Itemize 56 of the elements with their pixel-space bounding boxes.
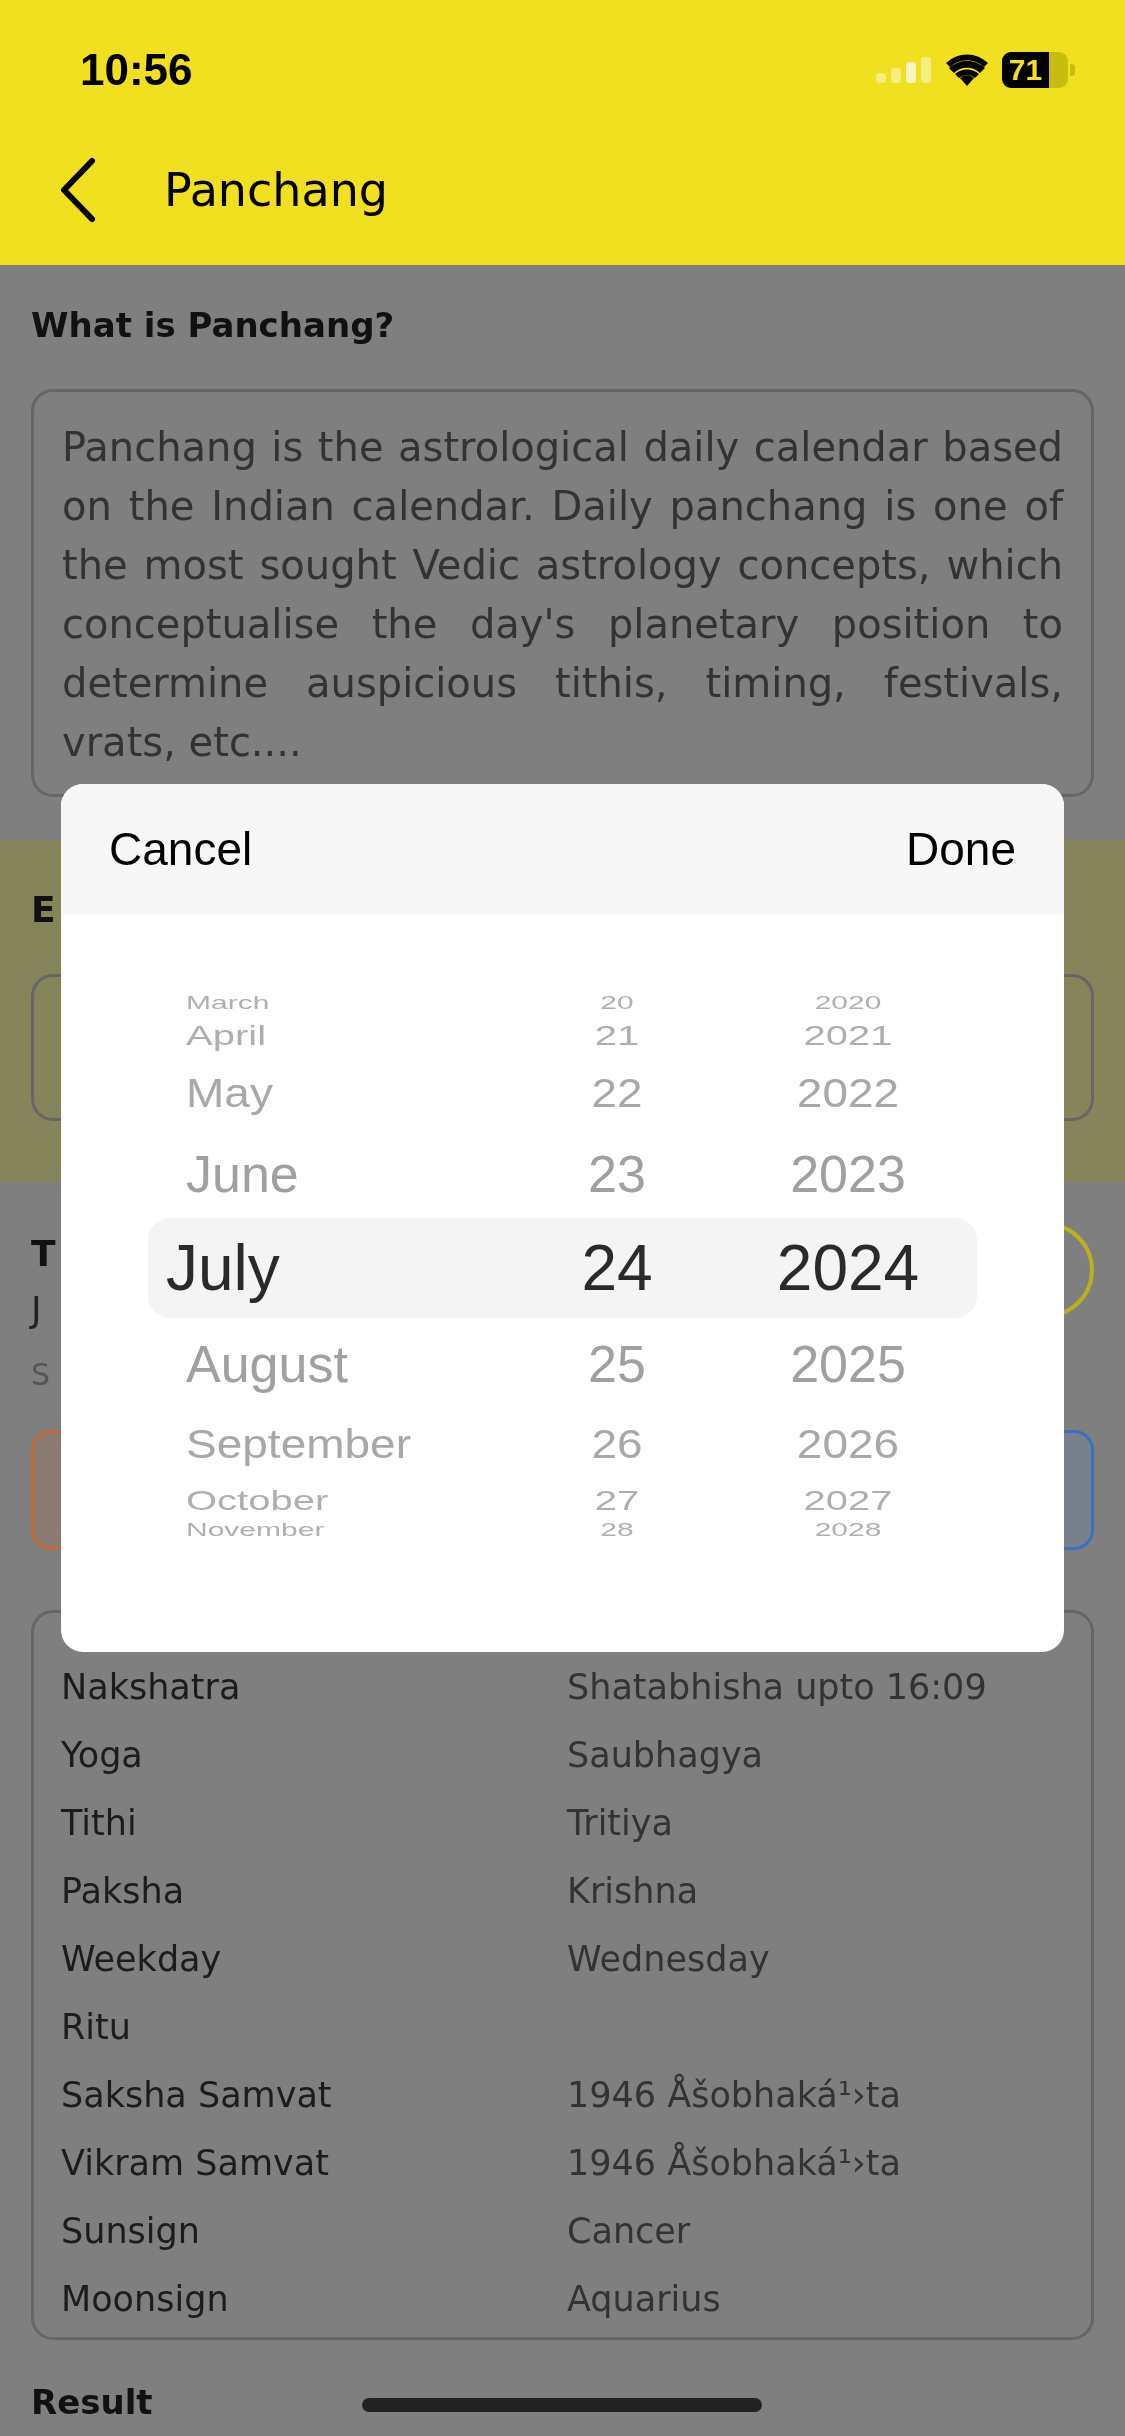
- detail-label: Sunsign: [61, 2209, 201, 2253]
- detail-label: Vikram Samvat: [61, 2141, 330, 2185]
- picker-option[interactable]: 2026: [796, 1423, 900, 1465]
- screen-title: Panchang: [164, 161, 388, 219]
- picker-option[interactable]: 2023: [790, 1148, 906, 1200]
- picker-option[interactable]: 28: [600, 1521, 634, 1539]
- detail-value: 1946 Åšobhaká¹›ta: [567, 2140, 901, 2185]
- picker-option[interactable]: March: [186, 994, 270, 1012]
- detail-label: Ritu: [61, 2005, 132, 2049]
- cancel-button[interactable]: Cancel: [109, 815, 253, 884]
- picker-option[interactable]: 2020: [814, 994, 882, 1012]
- picker-option[interactable]: June: [186, 1148, 299, 1200]
- detail-value: Tritiya: [567, 1801, 673, 1845]
- detail-label: Saksha Samvat: [61, 2073, 333, 2117]
- picker-option[interactable]: 26: [591, 1423, 643, 1465]
- section-heading: Result: [31, 2382, 153, 2422]
- picker-option[interactable]: 21: [594, 1021, 640, 1049]
- detail-label: Paksha: [61, 1869, 186, 1913]
- detail-label: Nakshatra: [61, 1665, 242, 1709]
- done-button[interactable]: Done: [906, 815, 1016, 884]
- detail-label: Moonsign: [61, 2277, 230, 2321]
- picker-option[interactable]: 27: [594, 1486, 640, 1514]
- status-time: 10:56: [80, 44, 193, 96]
- section-heading: E: [31, 888, 56, 932]
- section-heading: T: [31, 1232, 56, 1276]
- detail-value: Wednesday: [567, 1937, 770, 1981]
- detail-value: Shatabhisha upto 16:09: [567, 1665, 987, 1709]
- picker-option[interactable]: 20: [600, 994, 634, 1012]
- picker-option[interactable]: 2024: [776, 1236, 920, 1300]
- date-text: J: [31, 1288, 42, 1332]
- detail-label: Tithi: [61, 1801, 138, 1845]
- picker-option[interactable]: May: [186, 1072, 273, 1114]
- description-text: Panchang is the astrological daily calendar based on the Indian calendar. Daily panchang is one of the most sought Vedic astrology concepts, which conceptualise the day's planetary position to determine auspicious tithis, timing, festivals, vrats, etc....: [62, 423, 1063, 767]
- picker-option[interactable]: 25: [588, 1338, 646, 1390]
- picker-option[interactable]: 24: [581, 1236, 653, 1300]
- picker-option[interactable]: 2028: [814, 1521, 882, 1539]
- signal-icon: [876, 57, 932, 83]
- picker-option[interactable]: 2021: [803, 1021, 893, 1049]
- section-heading: What is Panchang?: [31, 304, 396, 347]
- detail-value: Aquarius: [567, 2277, 721, 2321]
- detail-label: Weekday: [61, 1937, 223, 1981]
- wifi-icon: [946, 54, 988, 86]
- detail-value: Cancer: [567, 2209, 691, 2253]
- picker-option[interactable]: 23: [588, 1148, 646, 1200]
- detail-value: Krishna: [567, 1869, 699, 1913]
- picker-option[interactable]: April: [186, 1021, 267, 1049]
- picker-option[interactable]: 2022: [796, 1072, 900, 1114]
- picker-option[interactable]: 2027: [803, 1486, 893, 1514]
- picker-option[interactable]: 2025: [790, 1338, 906, 1390]
- picker-option[interactable]: November: [186, 1521, 325, 1539]
- picker-option[interactable]: 22: [591, 1072, 643, 1114]
- detail-value: 1946 Åšobhaká¹›ta: [567, 2072, 901, 2117]
- detail-label: Yoga: [61, 1733, 144, 1777]
- detail-value: Saubhagya: [567, 1733, 764, 1777]
- picker-option[interactable]: September: [186, 1423, 411, 1465]
- picker-option[interactable]: October: [186, 1486, 329, 1514]
